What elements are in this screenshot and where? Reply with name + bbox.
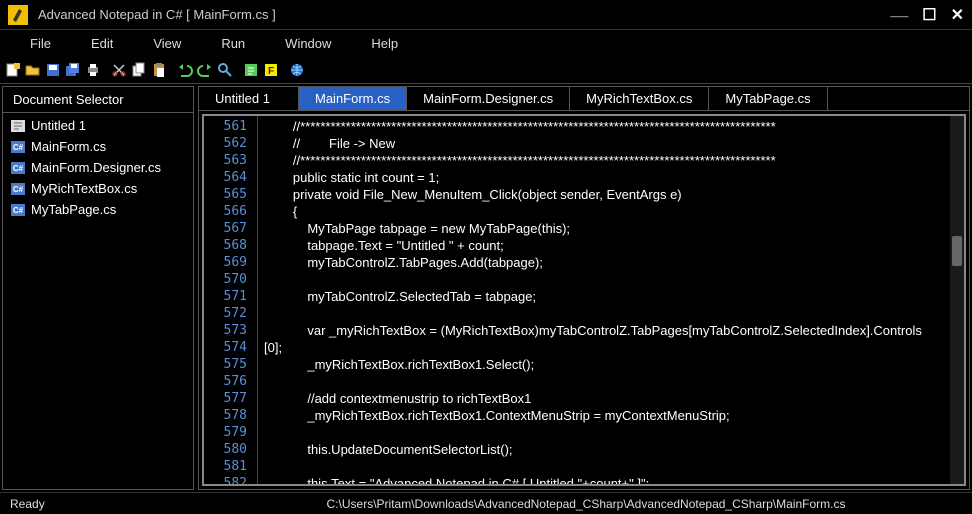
csharp-file-icon: C# — [11, 183, 25, 195]
highlight-icon[interactable]: F — [262, 61, 280, 79]
tab[interactable]: MainForm.cs — [299, 87, 407, 110]
svg-text:C#: C# — [13, 164, 24, 173]
csharp-file-icon: C# — [11, 141, 25, 153]
main-area: Document Selector Untitled 1 C# MainForm.c… — [0, 84, 972, 492]
app-icon — [8, 5, 28, 25]
document-item-label: MainForm.cs — [31, 139, 106, 154]
titlebar: Advanced Notepad in C# [ MainForm.cs ] _… — [0, 0, 972, 30]
toolbar: F — [0, 56, 972, 84]
tab[interactable]: Untitled 1 — [199, 87, 299, 110]
redo-icon[interactable] — [196, 61, 214, 79]
svg-text:C#: C# — [13, 206, 24, 215]
document-selector: Document Selector Untitled 1 C# MainForm.c… — [2, 86, 194, 490]
document-item[interactable]: C# MainForm.cs — [5, 136, 191, 157]
status-state: Ready — [10, 497, 210, 511]
svg-text:C#: C# — [13, 185, 24, 194]
paste-icon[interactable] — [150, 61, 168, 79]
print-icon[interactable] — [84, 61, 102, 79]
cut-icon[interactable] — [110, 61, 128, 79]
code-container: 561 562 563 564 565 566 567 568 569 570 … — [202, 114, 966, 486]
document-item[interactable]: C# MyTabPage.cs — [5, 199, 191, 220]
copy-icon[interactable] — [130, 61, 148, 79]
find-results-icon[interactable] — [242, 61, 260, 79]
web-icon[interactable] — [288, 61, 306, 79]
line-number-gutter: 561 562 563 564 565 566 567 568 569 570 … — [204, 116, 258, 484]
menu-edit[interactable]: Edit — [71, 32, 133, 55]
csharp-file-icon: C# — [11, 162, 25, 174]
save-all-icon[interactable] — [64, 61, 82, 79]
menu-run[interactable]: Run — [201, 32, 265, 55]
document-item[interactable]: Untitled 1 — [5, 115, 191, 136]
tab[interactable]: MyTabPage.cs — [709, 87, 827, 110]
close-button[interactable]: ✕ — [951, 5, 964, 25]
undo-icon[interactable] — [176, 61, 194, 79]
document-item[interactable]: C# MainForm.Designer.cs — [5, 157, 191, 178]
document-selector-header: Document Selector — [3, 87, 193, 113]
menu-window[interactable]: Window — [265, 32, 351, 55]
save-icon[interactable] — [44, 61, 62, 79]
maximize-button[interactable]: ☐ — [922, 5, 936, 25]
code-editor[interactable]: //**************************************… — [258, 116, 950, 484]
menu-view[interactable]: View — [133, 32, 201, 55]
document-item-label: Untitled 1 — [31, 118, 86, 133]
document-item-label: MyTabPage.cs — [31, 202, 116, 217]
document-item-label: MainForm.Designer.cs — [31, 160, 161, 175]
statusbar: Ready C:\Users\Pritam\Downloads\Advanced… — [0, 492, 972, 514]
document-item-label: MyRichTextBox.cs — [31, 181, 137, 196]
menubar: FileEditViewRunWindowHelp — [0, 30, 972, 56]
menu-file[interactable]: File — [10, 32, 71, 55]
vertical-scrollbar[interactable] — [950, 116, 964, 484]
minimize-button[interactable]: __ — [890, 2, 908, 20]
tab[interactable]: MainForm.Designer.cs — [407, 87, 570, 110]
status-filepath: C:\Users\Pritam\Downloads\AdvancedNotepa… — [210, 497, 962, 511]
document-item[interactable]: C# MyRichTextBox.cs — [5, 178, 191, 199]
tab[interactable]: MyRichTextBox.cs — [570, 87, 709, 110]
find-icon[interactable] — [216, 61, 234, 79]
tab-bar: Untitled 1MainForm.csMainForm.Designer.c… — [199, 87, 969, 111]
svg-text:C#: C# — [13, 143, 24, 152]
document-selector-list: Untitled 1 C# MainForm.cs C# MainForm.Design… — [3, 113, 193, 489]
window-controls: __ ☐ ✕ — [890, 5, 964, 25]
window-title: Advanced Notepad in C# [ MainForm.cs ] — [38, 7, 890, 22]
svg-text:F: F — [268, 66, 274, 77]
editor-area: Untitled 1MainForm.csMainForm.Designer.c… — [198, 86, 970, 490]
menu-help[interactable]: Help — [351, 32, 418, 55]
csharp-file-icon: C# — [11, 204, 25, 216]
new-file-icon[interactable] — [4, 61, 22, 79]
open-file-icon[interactable] — [24, 61, 42, 79]
text-file-icon — [11, 120, 25, 132]
scrollbar-thumb[interactable] — [952, 236, 962, 266]
